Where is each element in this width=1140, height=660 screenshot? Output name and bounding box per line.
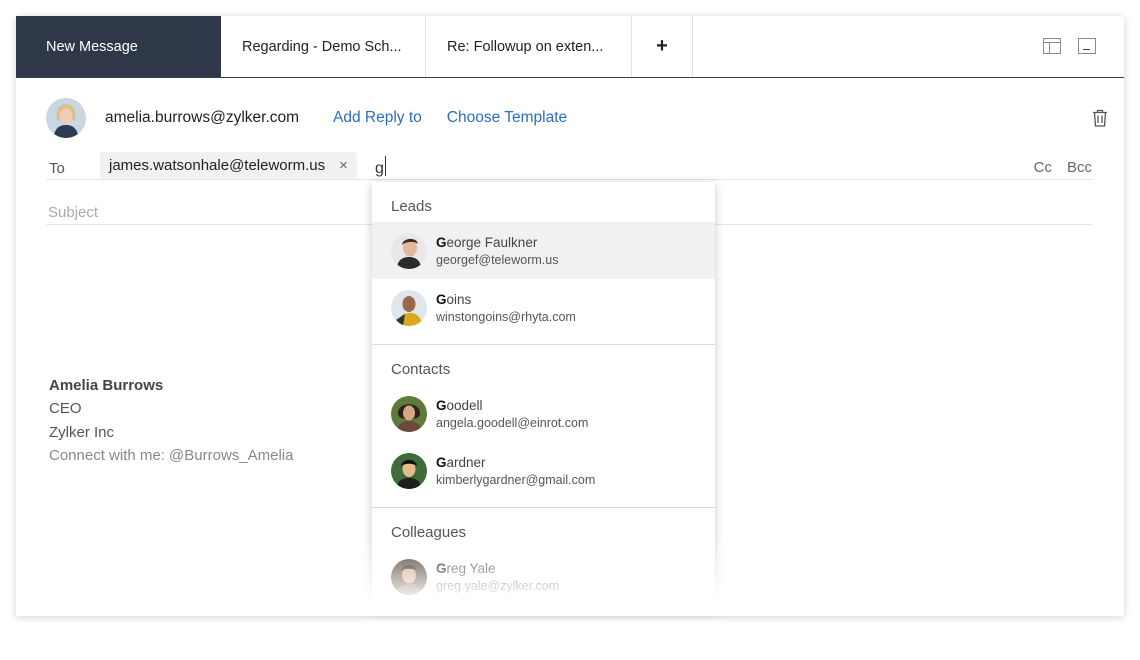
suggestion-name: Goins xyxy=(436,291,472,307)
cc-button[interactable]: Cc xyxy=(1034,159,1052,176)
contact-avatar xyxy=(391,558,427,595)
remove-recipient-icon[interactable]: × xyxy=(339,157,348,174)
signature-title: CEO xyxy=(49,400,82,418)
contact-avatar xyxy=(391,395,427,432)
text-caret xyxy=(384,156,387,176)
restore-window-icon[interactable] xyxy=(1043,38,1061,54)
suggestion-email: kimberlygardner@gmail.com xyxy=(436,472,596,487)
suggestion-email: georgef@teleworm.us xyxy=(436,252,559,267)
to-label: To xyxy=(49,160,65,177)
suggestion-email: greg.yale@zylker.com xyxy=(436,578,560,593)
suggestion-name: Goodell xyxy=(436,397,483,413)
section-title-leads: Leads xyxy=(391,198,432,215)
tab-followup[interactable]: Re: Followup on exten... xyxy=(426,16,632,77)
window-controls xyxy=(1043,38,1096,54)
add-reply-to-link[interactable]: Add Reply to xyxy=(333,109,422,127)
signature-name: Amelia Burrows xyxy=(49,377,164,394)
suggestion-name: George Faulkner xyxy=(436,234,538,250)
tab-regarding-demo[interactable]: Regarding - Demo Sch... xyxy=(221,16,426,77)
from-email[interactable]: amelia.burrows@zylker.com xyxy=(105,109,299,127)
suggestion-item[interactable]: George Faulkner georgef@teleworm.us xyxy=(372,222,715,279)
contact-avatar xyxy=(391,232,427,269)
signature-company: Zylker Inc xyxy=(49,423,115,441)
new-tab-button[interactable]: + xyxy=(632,16,693,77)
avatar xyxy=(46,98,86,138)
suggestion-item[interactable]: Goins winstongoins@rhyta.com xyxy=(372,279,715,336)
tab-strip: New Message Regarding - Demo Sch... Re: … xyxy=(16,16,1124,78)
contact-avatar xyxy=(391,289,427,326)
suggestion-email: winstongoins@rhyta.com xyxy=(436,309,576,324)
minimize-window-icon[interactable] xyxy=(1078,38,1096,54)
section-title-contacts: Contacts xyxy=(391,361,451,378)
trash-icon[interactable] xyxy=(1092,109,1108,127)
to-input[interactable]: g xyxy=(375,156,387,178)
section-title-colleagues: Colleagues xyxy=(391,524,467,541)
suggestion-email: angela.goodell@einrot.com xyxy=(436,415,589,430)
contact-avatar xyxy=(391,452,427,489)
compose-window: New Message Regarding - Demo Sch... Re: … xyxy=(16,16,1124,616)
choose-template-link[interactable]: Choose Template xyxy=(447,109,567,127)
recipient-email: james.watsonhale@teleworm.us xyxy=(109,157,326,174)
signature-connect: Connect with me: @Burrows_Amelia xyxy=(49,447,294,465)
suggestion-item[interactable]: Goodell angela.goodell@einrot.com xyxy=(372,385,715,442)
bcc-button[interactable]: Bcc xyxy=(1067,159,1092,176)
suggestion-item[interactable]: Gardner kimberlygardner@gmail.com xyxy=(372,442,715,499)
suggestion-name: Gardner xyxy=(436,454,486,470)
to-row: To james.watsonhale@teleworm.us × g Cc B… xyxy=(46,152,1092,180)
tab-new-message[interactable]: New Message xyxy=(16,16,221,77)
suggestion-name: Greg Yale xyxy=(436,560,496,576)
signature: Amelia Burrows CEO Zylker Inc Connect wi… xyxy=(49,374,293,468)
to-input-text: g xyxy=(375,160,384,177)
subject-input[interactable]: Subject xyxy=(48,204,98,221)
recipient-suggestions-dropdown: Leads George Faulkner georgef@teleworm.u… xyxy=(372,182,715,610)
suggestion-item[interactable]: Greg Yale greg.yale@zylker.com xyxy=(372,548,715,605)
recipient-chip[interactable]: james.watsonhale@teleworm.us × xyxy=(100,152,357,179)
from-row: amelia.burrows@zylker.com Add Reply to C… xyxy=(46,98,1108,138)
